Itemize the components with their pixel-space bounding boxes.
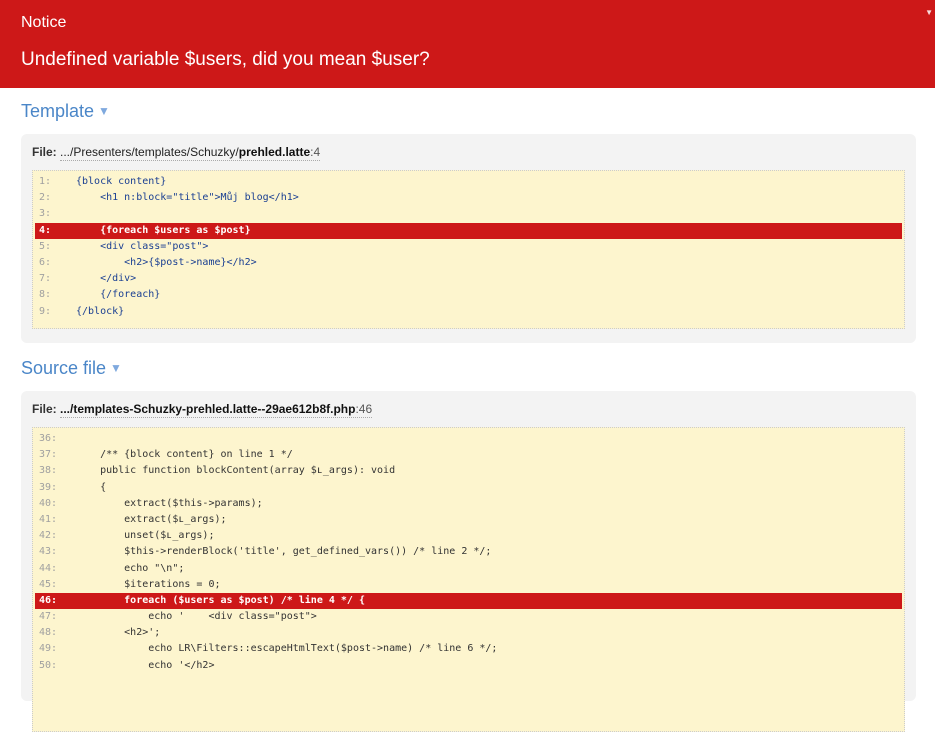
line-code: <h2>{$post->name}</h2>	[76, 256, 257, 268]
file-name: .../templates-Schuzky-prehled.latte--29a…	[60, 402, 356, 416]
error-message: Undefined variable $users, did you mean …	[21, 49, 430, 70]
line-code: <h2>';	[76, 627, 161, 639]
code-line: 3:	[33, 206, 904, 222]
code-line: 50: echo '</h2>	[33, 658, 904, 674]
file-label: File:	[32, 145, 57, 159]
line-number: 48:	[39, 627, 58, 639]
template-panel: File: .../Presenters/templates/Schuzky/p…	[21, 134, 916, 343]
triangle-down-icon: ▼	[98, 104, 110, 118]
code-line: 36:	[33, 431, 904, 447]
line-code: <div class="post">	[76, 240, 209, 252]
code-line: 37: /** {block content} on line 1 */	[33, 447, 904, 463]
file-line: :46	[355, 402, 373, 416]
line-number: 41:	[39, 513, 58, 525]
line-code: echo '</h2>	[76, 659, 215, 671]
error-header: Notice Undefined variable $users, did yo…	[0, 0, 935, 88]
line-code: </div>	[76, 273, 137, 285]
line-code: extract($this->params);	[76, 497, 263, 509]
line-code: {/foreach}	[76, 289, 161, 301]
line-number: 45:	[39, 578, 58, 590]
line-code: {	[76, 481, 107, 493]
source-code-block: 36: 37: /** {block content} on line 1 */3…	[32, 427, 905, 732]
line-code: $this->renderBlock('title', get_defined_…	[76, 546, 492, 558]
code-line: 7: </div>	[33, 271, 904, 287]
section-title-template: Template	[21, 101, 95, 121]
file-name: prehled.latte	[238, 145, 311, 159]
line-number: 36:	[39, 433, 58, 444]
line-number: 49:	[39, 643, 58, 655]
code-line: 41: extract($ʟ_args);	[33, 512, 904, 528]
code-line: 43: $this->renderBlock('title', get_defi…	[33, 544, 904, 560]
code-line: 49: echo LR\Filters::escapeHtmlText($pos…	[33, 641, 904, 657]
code-line: 5: <div class="post">	[33, 239, 904, 255]
line-code: /** {block content} on line 1 */	[76, 449, 293, 461]
line-number: 43:	[39, 546, 58, 558]
line-number: 50:	[39, 659, 58, 671]
template-code-block: 1: {block content} 2: <h1 n:block="title">…	[32, 170, 905, 329]
code-line-highlighted: 4: {foreach $users as $post}	[35, 222, 902, 239]
line-number: 5:	[39, 240, 52, 252]
code-line: 44: echo "\n";	[33, 561, 904, 577]
file-dir: .../Presenters/templates/Schuzky/	[60, 145, 239, 159]
line-code: foreach ($users as $post) /* line 4 */ {	[76, 594, 365, 606]
source-panel: File: .../templates-Schuzky-prehled.latt…	[21, 391, 916, 732]
code-line: 6: <h2>{$post->name}</h2>	[33, 255, 904, 271]
code-line: 40: extract($this->params);	[33, 496, 904, 512]
line-code: unset($ʟ_args);	[76, 530, 215, 542]
code-line: 1: {block content}	[33, 174, 904, 190]
triangle-down-icon: ▼	[110, 361, 122, 375]
line-code: public function blockContent(array $ʟ_ar…	[76, 465, 396, 477]
line-code: $iterations = 0;	[76, 578, 221, 590]
code-line: 45: $iterations = 0;	[33, 577, 904, 593]
line-number: 44:	[39, 562, 58, 574]
source-file-link[interactable]: .../templates-Schuzky-prehled.latte--29a…	[60, 402, 373, 418]
line-code: extract($ʟ_args);	[76, 513, 227, 525]
section-toggle-source[interactable]: Source file ▼	[21, 358, 122, 379]
line-code: {block content}	[76, 176, 167, 187]
line-number: 9:	[39, 305, 52, 317]
section-title-source: Source file	[21, 358, 107, 378]
error-type: Notice	[21, 14, 67, 31]
source-file-info: File: .../templates-Schuzky-prehled.latt…	[32, 402, 373, 418]
line-code: echo ' <div class="post">	[76, 611, 317, 623]
template-file-link[interactable]: .../Presenters/templates/Schuzky/prehled…	[60, 145, 321, 161]
code-line: 9: {/block}	[33, 304, 904, 320]
line-number: 46:	[39, 594, 58, 606]
line-number: 42:	[39, 530, 58, 542]
line-number: 3:	[39, 208, 52, 220]
line-number: 40:	[39, 497, 58, 509]
section-toggle-template[interactable]: Template ▼	[21, 101, 110, 122]
line-code: {foreach $users as $post}	[76, 224, 251, 236]
line-number: 47:	[39, 611, 58, 623]
line-number: 8:	[39, 289, 52, 301]
line-number: 7:	[39, 273, 52, 285]
line-number: 39:	[39, 481, 58, 493]
code-line: 2: <h1 n:block="title">Můj blog</h1>	[33, 190, 904, 206]
line-number: 6:	[39, 256, 52, 268]
line-number: 37:	[39, 449, 58, 461]
code-line: 42: unset($ʟ_args);	[33, 528, 904, 544]
line-code: echo LR\Filters::escapeHtmlText($post->n…	[76, 643, 498, 655]
file-line: :4	[310, 145, 321, 159]
file-label: File:	[32, 402, 57, 416]
line-number: 38:	[39, 465, 58, 477]
code-line: 39: {	[33, 480, 904, 496]
code-line: 48: <h2>';	[33, 625, 904, 641]
line-code: {/block}	[76, 305, 125, 317]
code-line: 38: public function blockContent(array $…	[33, 463, 904, 479]
line-code: echo "\n";	[76, 562, 185, 574]
code-line-highlighted: 46: foreach ($users as $post) /* line 4 …	[35, 592, 902, 610]
line-code: <h1 n:block="title">Můj blog</h1>	[76, 192, 299, 204]
code-line: 8: {/foreach}	[33, 287, 904, 303]
collapse-toggle-icon[interactable]: ▼	[925, 8, 933, 17]
template-file-info: File: .../Presenters/templates/Schuzky/p…	[32, 145, 321, 161]
code-line: 47: echo ' <div class="post">	[33, 609, 904, 625]
line-number: 2:	[39, 192, 52, 204]
line-number: 4:	[39, 224, 52, 236]
line-number: 1:	[39, 176, 52, 187]
